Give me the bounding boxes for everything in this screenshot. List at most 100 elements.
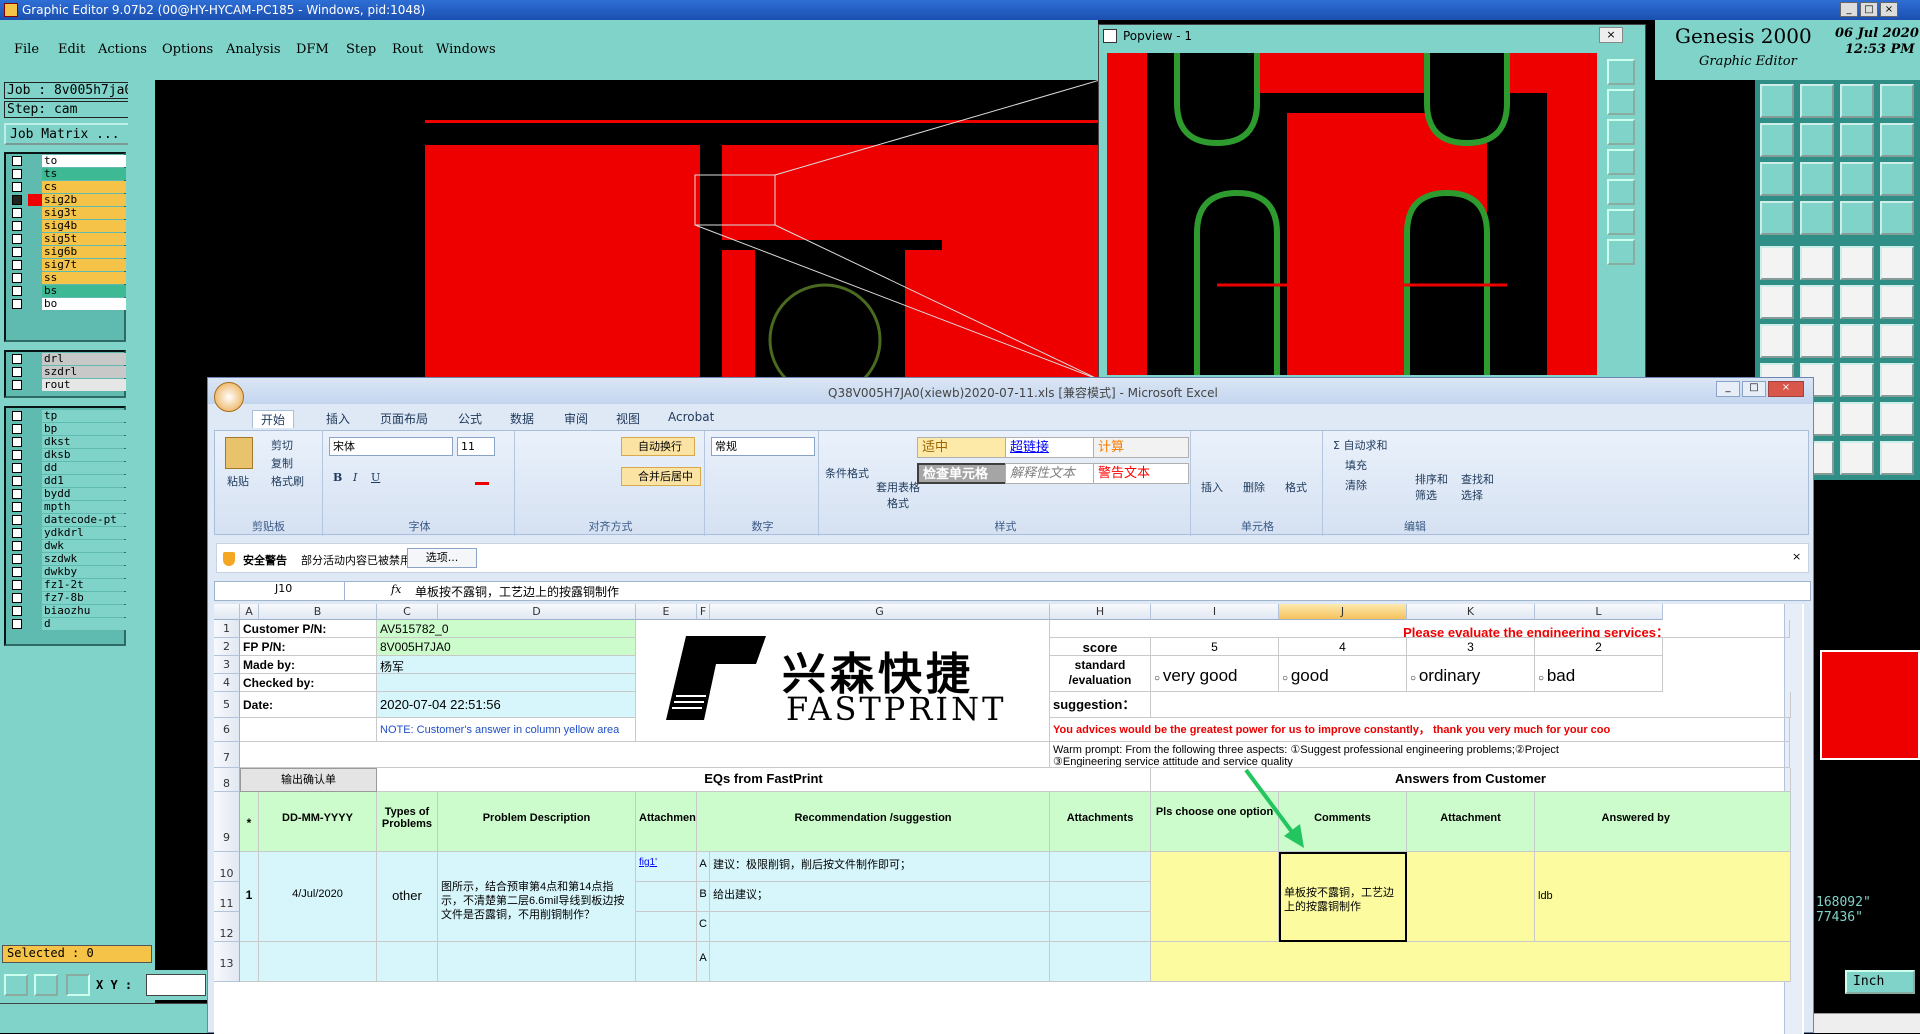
layer-name[interactable]: dwk xyxy=(42,540,126,552)
layer-indicator[interactable] xyxy=(28,220,42,232)
layer-name[interactable]: mpth xyxy=(42,501,126,513)
eval-good[interactable]: ○ good xyxy=(1279,656,1407,692)
minimize-button[interactable]: _ xyxy=(1840,2,1858,17)
layer-checkbox[interactable] xyxy=(12,489,22,499)
layer-indicator[interactable] xyxy=(28,605,42,617)
col-header-c[interactable]: C xyxy=(377,604,438,620)
tab-home[interactable]: 开始 xyxy=(252,410,295,428)
comments-cell[interactable]: 单板按不露铜，工艺边上的按露铜制作 xyxy=(1279,852,1407,942)
tool-icon-8-3[interactable] xyxy=(1880,402,1914,436)
layer-indicator[interactable] xyxy=(28,579,42,591)
tool-icon-2-2[interactable] xyxy=(1840,162,1874,196)
row-header-3[interactable]: 3 xyxy=(214,656,240,674)
office-button[interactable] xyxy=(214,382,244,412)
output-confirm-button[interactable]: 输出确认单 xyxy=(240,768,377,792)
layer-row-bo[interactable]: bo xyxy=(6,298,126,310)
col-header-b[interactable]: B xyxy=(259,604,377,620)
layer-name[interactable]: rout xyxy=(42,379,126,391)
layer-row-cs[interactable]: cs xyxy=(6,181,126,193)
attachment-answer-cell[interactable] xyxy=(1407,852,1535,942)
layer-name[interactable]: bs xyxy=(42,285,126,297)
tool-icon-0-1[interactable] xyxy=(1800,84,1834,118)
layer-indicator[interactable] xyxy=(28,259,42,271)
tool-icon-1-2[interactable] xyxy=(1840,123,1874,157)
col-header-d[interactable]: D xyxy=(438,604,636,620)
menu-file[interactable]: File xyxy=(14,42,39,57)
layer-name[interactable]: ts xyxy=(42,168,126,180)
tool-icon-4-1[interactable] xyxy=(1800,246,1834,280)
excel-close-button[interactable]: × xyxy=(1768,381,1804,397)
excel-min-button[interactable]: _ xyxy=(1716,381,1740,397)
layer-name[interactable]: bp xyxy=(42,423,126,435)
row-header-6[interactable]: 6 xyxy=(214,718,240,742)
layer-row-sig7t[interactable]: sig7t xyxy=(6,259,126,271)
radio-icon[interactable]: ○ xyxy=(1282,673,1291,684)
tab-insert[interactable]: 插入 xyxy=(326,410,350,427)
layer-row-to[interactable]: to xyxy=(6,155,126,167)
menu-edit[interactable]: Edit xyxy=(58,42,85,57)
layer-name[interactable]: dkst xyxy=(42,436,126,448)
layer-row-dksb[interactable]: dksb xyxy=(6,449,126,461)
tool-icon-1-3[interactable] xyxy=(1880,123,1914,157)
tool-icon-0-3[interactable] xyxy=(1880,84,1914,118)
tool-icon-3-1[interactable] xyxy=(1800,201,1834,235)
answered-by-cell[interactable]: ldb xyxy=(1535,852,1791,942)
radio-icon[interactable]: ○ xyxy=(1538,673,1547,684)
layer-row-ts[interactable]: ts xyxy=(6,168,126,180)
suggestion-value[interactable] xyxy=(1151,692,1791,718)
layer-indicator[interactable] xyxy=(28,353,42,365)
tab-acrobat[interactable]: Acrobat xyxy=(668,410,714,424)
tool-icon-0-2[interactable] xyxy=(1840,84,1874,118)
layer-checkbox[interactable] xyxy=(12,476,22,486)
layer-name[interactable]: szdrl xyxy=(42,366,126,378)
tool-icon-6-1[interactable] xyxy=(1800,324,1834,358)
col-header-k[interactable]: K xyxy=(1407,604,1535,620)
tool-icon-5-1[interactable] xyxy=(1800,285,1834,319)
layer-row-dkst[interactable]: dkst xyxy=(6,436,126,448)
layer-checkbox[interactable] xyxy=(12,450,22,460)
layer-checkbox[interactable] xyxy=(12,411,22,421)
style-hyperlink[interactable]: 超链接 xyxy=(1005,437,1101,458)
tool-icon-8-2[interactable] xyxy=(1840,402,1874,436)
layer-checkbox[interactable] xyxy=(12,541,22,551)
fp-pn-value[interactable]: 8V005H7JA0 xyxy=(377,638,636,656)
tool-icon-6-2[interactable] xyxy=(1840,324,1874,358)
layer-scroll[interactable] xyxy=(128,80,154,940)
security-options-button[interactable]: 选项... xyxy=(407,548,477,568)
layer-checkbox[interactable] xyxy=(12,247,22,257)
table-format-button[interactable]: 套用表格格式 xyxy=(873,479,923,511)
layer-row-d[interactable]: d xyxy=(6,618,126,630)
corner-select-all[interactable] xyxy=(214,604,240,620)
layer-checkbox[interactable] xyxy=(12,286,22,296)
layer-name[interactable]: tp xyxy=(42,410,126,422)
layer-row-sig3t[interactable]: sig3t xyxy=(6,207,126,219)
layer-checkbox[interactable] xyxy=(12,367,22,377)
layer-row-sig4b[interactable]: sig4b xyxy=(6,220,126,232)
pv-tool-2[interactable] xyxy=(1607,89,1635,115)
col-header-i[interactable]: I xyxy=(1151,604,1279,620)
row-header-9[interactable]: 9 xyxy=(214,792,240,852)
autosum-button[interactable]: Σ 自动求和 xyxy=(1333,437,1387,453)
layer-row-mpth[interactable]: mpth xyxy=(6,501,126,513)
layer-indicator[interactable] xyxy=(28,379,42,391)
layer-indicator[interactable] xyxy=(28,366,42,378)
menu-options[interactable]: Options xyxy=(162,42,213,57)
popview-window[interactable]: Popview - 1 × xyxy=(1098,24,1646,378)
layer-checkbox[interactable] xyxy=(12,195,22,205)
radio-icon[interactable]: ○ xyxy=(1410,673,1419,684)
layer-checkbox[interactable] xyxy=(12,156,22,166)
excel-window[interactable]: Q38V005H7JA0(xiewb)2020-07-11.xls [兼容模式]… xyxy=(207,377,1814,1034)
style-calculation[interactable]: 计算 xyxy=(1093,437,1189,458)
layer-checkbox[interactable] xyxy=(12,528,22,538)
cut-button[interactable]: 剪切 xyxy=(271,437,293,453)
tool-icon-1-1[interactable] xyxy=(1800,123,1834,157)
menu-analysis[interactable]: Analysis xyxy=(226,42,281,57)
layer-row-szdrl[interactable]: szdrl xyxy=(6,366,126,378)
tab-layout[interactable]: 页面布局 xyxy=(380,410,428,427)
menu-step[interactable]: Step xyxy=(346,42,376,57)
layer-row-datecode-pt[interactable]: datecode-pt xyxy=(6,514,126,526)
layer-name[interactable]: fz1-2t xyxy=(42,579,126,591)
popview-canvas[interactable] xyxy=(1107,53,1597,375)
layer-name[interactable]: d xyxy=(42,618,126,630)
layer-checkbox[interactable] xyxy=(12,463,22,473)
